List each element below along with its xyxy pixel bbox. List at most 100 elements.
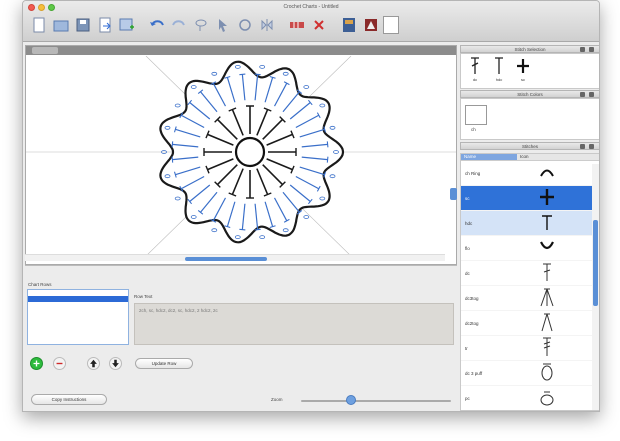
rows-panel: Chart Rows Row Text 2ch, sc, hdc2, dc2, … [25, 265, 457, 411]
copy-instructions-button[interactable]: Copy Instructions [31, 394, 107, 405]
stitch-colors-panel: ch [460, 98, 599, 140]
move-row-up-button[interactable] [87, 357, 100, 370]
app-window: Crochet Charts - Untitled Chart Rows Row… [22, 0, 600, 412]
color-icon[interactable] [361, 14, 381, 36]
stitch-name: tr [465, 345, 468, 351]
horizontal-scrollbar[interactable] [25, 254, 445, 261]
selection-stitch-hdc[interactable]: hdc [489, 56, 509, 84]
stitch-list-header: Name Icon [461, 154, 599, 161]
popcorn-icon [517, 386, 577, 410]
stitch-row[interactable]: flo [461, 236, 599, 261]
move-row-down-button[interactable] [109, 357, 122, 370]
stitch-row[interactable]: dc2tog [461, 311, 599, 336]
horizontal-scroll-thumb[interactable] [185, 257, 267, 261]
stitch-row[interactable]: pc [461, 386, 599, 410]
stitch-row[interactable]: dc [461, 261, 599, 286]
stitch-row[interactable]: dc 3 puff [461, 361, 599, 386]
row-text-label: Row Text [134, 294, 153, 299]
list-item-selected[interactable] [28, 296, 128, 302]
canvas-tab[interactable] [32, 47, 58, 54]
window-title: Crochet Charts - Untitled [283, 4, 339, 10]
chart-canvas[interactable] [25, 45, 457, 306]
panel-float-icon[interactable] [580, 92, 585, 97]
rows-label: Chart Rows [28, 282, 52, 287]
column-name-header[interactable]: Name [461, 154, 517, 160]
zoom-slider-knob[interactable] [346, 395, 356, 405]
stitch-row[interactable]: hdc [461, 211, 599, 236]
stitch-name: dc [465, 270, 470, 276]
grid-icon[interactable] [287, 14, 307, 36]
curve-icon [517, 236, 577, 260]
selection-stitch-sc[interactable]: sc [513, 56, 533, 84]
stitch-list[interactable]: Name Icon ch Ring sc hdc flo dc dc3tog dc2tog t… [460, 153, 599, 411]
select-icon[interactable] [213, 14, 233, 36]
rows-list[interactable] [27, 289, 129, 345]
stitch-row[interactable]: tr [461, 336, 599, 361]
stitches-header: Stitches [460, 142, 599, 150]
stitches-title: Stitches [521, 144, 538, 149]
stitch-color-swatch[interactable] [465, 105, 487, 125]
stitch-list-scrollbar[interactable] [592, 164, 599, 410]
chart-outline [159, 60, 345, 244]
title-bar: Crochet Charts - Untitled [23, 1, 599, 42]
stitch-name: dc 3 puff [465, 370, 483, 376]
color-label: ch [471, 127, 476, 132]
mirror-icon[interactable] [257, 14, 277, 36]
dc2tog-icon [517, 311, 577, 335]
panel-float-icon[interactable] [580, 47, 585, 52]
arc-icon [517, 161, 577, 185]
stitch-colors-title: Stitch Colors [517, 92, 543, 97]
zoom-slider-track[interactable] [301, 400, 451, 402]
vertical-scroll-thumb[interactable] [450, 188, 457, 200]
tr-icon [517, 336, 577, 360]
open-icon[interactable] [51, 14, 71, 36]
stitch-name: flo [465, 245, 470, 251]
panel-close-icon[interactable] [589, 144, 594, 149]
zoom-label: Zoom [271, 397, 283, 402]
plus-icon [517, 186, 577, 210]
delete-icon[interactable] [309, 14, 329, 36]
arrow-up-icon [90, 359, 97, 368]
row-text-field[interactable]: 2ch, sc, hdc2, dc2, sc, hdc2, 2 hdc2, 2c [134, 303, 454, 345]
panel-close-icon[interactable] [589, 92, 594, 97]
export-icon[interactable] [95, 14, 115, 36]
update-row-button[interactable]: Update Row [135, 358, 193, 369]
new-doc-icon[interactable] [29, 14, 49, 36]
stitch-name: pc [465, 395, 470, 401]
stitch-library-icon[interactable] [339, 14, 359, 36]
stitch-row[interactable]: dc3tog [461, 286, 599, 311]
stitch-name: hdc [465, 220, 473, 226]
panel-float-icon[interactable] [580, 144, 585, 149]
stitch-colors-header: Stitch Colors [460, 90, 599, 98]
stitch-name: sc [465, 195, 470, 201]
stitch-rows: ch Ring sc hdc flo dc dc3tog dc2tog tr dc 3 puff… [461, 161, 599, 410]
minus-icon [56, 362, 63, 365]
redo-icon[interactable] [169, 14, 189, 36]
rotate-icon[interactable] [235, 14, 255, 36]
save-icon[interactable] [73, 14, 93, 36]
column-icon-header[interactable]: Icon [517, 154, 529, 160]
stitch-row[interactable]: sc [461, 186, 599, 211]
plus-icon [33, 360, 40, 367]
stitch-selection-title: Stitch Selection [514, 47, 546, 52]
color-swatch-icon[interactable] [383, 16, 399, 34]
tee-icon [517, 211, 577, 235]
add-image-icon[interactable] [117, 14, 137, 36]
undo-icon[interactable] [147, 14, 167, 36]
crochet-chart[interactable] [26, 56, 456, 256]
arrow-down-icon [112, 359, 119, 368]
lasso-icon[interactable] [191, 14, 211, 36]
stitch-selection-header: Stitch Selection [460, 45, 599, 53]
panel-close-icon[interactable] [589, 47, 594, 52]
stitch-name: ch Ring [465, 170, 481, 176]
dc3tog-icon [517, 286, 577, 310]
toolbar [29, 14, 399, 38]
selection-stitch-dc[interactable]: dc [465, 56, 485, 84]
remove-row-button[interactable] [53, 357, 66, 370]
stitch-selection-panel: dc hdc sc [460, 53, 599, 89]
stitch-list-scroll-thumb[interactable] [593, 220, 598, 306]
stitch-row[interactable]: ch Ring [461, 161, 599, 186]
dc-icon [517, 261, 577, 285]
add-row-button[interactable] [30, 357, 43, 370]
stitch-name: dc2tog [465, 320, 479, 326]
